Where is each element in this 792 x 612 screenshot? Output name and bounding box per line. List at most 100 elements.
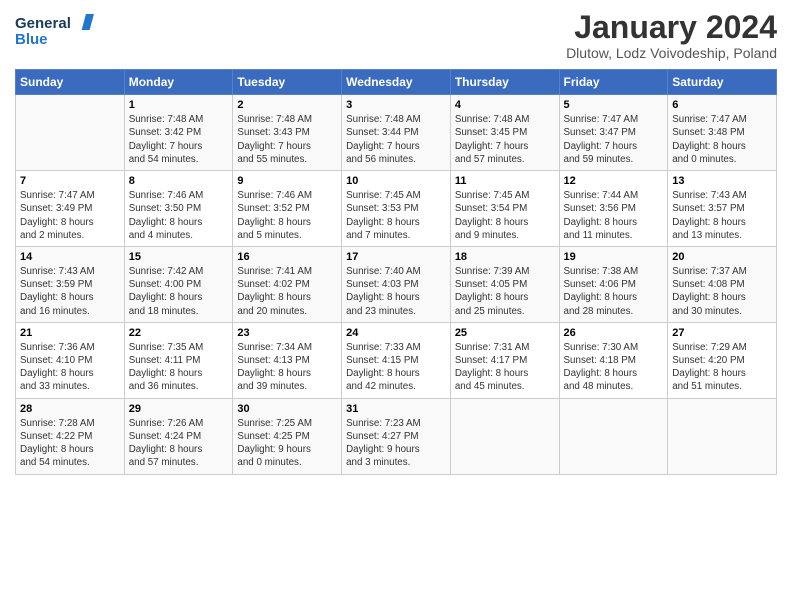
day-info: Sunrise: 7:36 AMSunset: 4:10 PMDaylight:… — [20, 341, 120, 394]
day-number: 1 — [129, 99, 229, 111]
calendar-cell: 13 Sunrise: 7:43 AMSunset: 3:57 PMDayligh… — [668, 171, 777, 247]
day-number: 12 — [564, 175, 664, 187]
calendar-cell: 12Sunrise: 7:44 AMSunset: 3:56 PMDayligh… — [559, 171, 668, 247]
day-number: 10 — [346, 175, 446, 187]
day-number: 14 — [20, 251, 120, 263]
col-header-monday: Monday — [124, 70, 233, 95]
week-row-1: 1Sunrise: 7:48 AMSunset: 3:42 PMDaylight… — [16, 95, 777, 171]
day-info: Sunrise: 7:43 AMSunset: 3:59 PMDaylight:… — [20, 265, 120, 318]
calendar-cell: 9 Sunrise: 7:46 AMSunset: 3:52 PMDaylight… — [233, 171, 342, 247]
calendar-cell: 19 Sunrise: 7:38 AMSunset: 4:06 PMDayligh… — [559, 246, 668, 322]
calendar-cell: 23 Sunrise: 7:34 AMSunset: 4:13 PMDayligh… — [233, 322, 342, 398]
day-info: Sunrise: 7:38 AMSunset: 4:06 PMDaylight:… — [564, 265, 664, 318]
calendar-cell: 4 Sunrise: 7:48 AMSunset: 3:45 PMDaylight… — [450, 95, 559, 171]
day-info: Sunrise: 7:48 AMSunset: 3:45 PMDaylight:… — [455, 113, 555, 166]
calendar-cell: 20 Sunrise: 7:37 AMSunset: 4:08 PMDayligh… — [668, 246, 777, 322]
day-info: Sunrise: 7:47 AMSunset: 3:48 PMDaylight:… — [672, 113, 772, 166]
day-info: Sunrise: 7:47 AMSunset: 3:49 PMDaylight:… — [20, 189, 120, 242]
calendar-cell: 14 Sunrise: 7:43 AMSunset: 3:59 PMDayligh… — [16, 246, 125, 322]
day-number: 26 — [564, 327, 664, 339]
day-info: Sunrise: 7:48 AMSunset: 3:44 PMDaylight:… — [346, 113, 446, 166]
col-header-wednesday: Wednesday — [342, 70, 451, 95]
calendar-cell: 5 Sunrise: 7:47 AMSunset: 3:47 PMDaylight… — [559, 95, 668, 171]
col-header-tuesday: Tuesday — [233, 70, 342, 95]
col-header-thursday: Thursday — [450, 70, 559, 95]
calendar-cell: 8 Sunrise: 7:46 AMSunset: 3:50 PMDaylight… — [124, 171, 233, 247]
calendar-cell: 6Sunrise: 7:47 AMSunset: 3:48 PMDaylight… — [668, 95, 777, 171]
day-number: 9 — [237, 175, 337, 187]
day-info: Sunrise: 7:39 AMSunset: 4:05 PMDaylight:… — [455, 265, 555, 318]
day-info: Sunrise: 7:31 AMSunset: 4:17 PMDaylight:… — [455, 341, 555, 394]
day-info: Sunrise: 7:33 AMSunset: 4:15 PMDaylight:… — [346, 341, 446, 394]
calendar-cell: 28Sunrise: 7:28 AMSunset: 4:22 PMDayligh… — [16, 398, 125, 474]
day-number: 22 — [129, 327, 229, 339]
day-number: 15 — [129, 251, 229, 263]
logo: General Blue — [15, 10, 95, 52]
calendar-cell — [16, 95, 125, 171]
main-title: January 2024 — [566, 10, 777, 45]
day-info: Sunrise: 7:46 AMSunset: 3:52 PMDaylight:… — [237, 189, 337, 242]
day-number: 25 — [455, 327, 555, 339]
day-number: 21 — [20, 327, 120, 339]
day-info: Sunrise: 7:46 AMSunset: 3:50 PMDaylight:… — [129, 189, 229, 242]
calendar-cell: 18 Sunrise: 7:39 AMSunset: 4:05 PMDayligh… — [450, 246, 559, 322]
calendar-cell: 16Sunrise: 7:41 AMSunset: 4:02 PMDayligh… — [233, 246, 342, 322]
calendar-cell — [559, 398, 668, 474]
calendar-cell: 26 Sunrise: 7:30 AMSunset: 4:18 PMDayligh… — [559, 322, 668, 398]
day-number: 5 — [564, 99, 664, 111]
week-row-3: 14 Sunrise: 7:43 AMSunset: 3:59 PMDayligh… — [16, 246, 777, 322]
calendar-cell: 2 Sunrise: 7:48 AMSunset: 3:43 PMDaylight… — [233, 95, 342, 171]
week-row-5: 28Sunrise: 7:28 AMSunset: 4:22 PMDayligh… — [16, 398, 777, 474]
day-number: 8 — [129, 175, 229, 187]
calendar-cell: 31 Sunrise: 7:23 AMSunset: 4:27 PMDayligh… — [342, 398, 451, 474]
calendar-cell: 7 Sunrise: 7:47 AMSunset: 3:49 PMDaylight… — [16, 171, 125, 247]
week-row-2: 7 Sunrise: 7:47 AMSunset: 3:49 PMDaylight… — [16, 171, 777, 247]
day-number: 31 — [346, 403, 446, 415]
calendar-cell: 27Sunrise: 7:29 AMSunset: 4:20 PMDayligh… — [668, 322, 777, 398]
day-number: 19 — [564, 251, 664, 263]
calendar-cell: 11Sunrise: 7:45 AMSunset: 3:54 PMDayligh… — [450, 171, 559, 247]
day-number: 4 — [455, 99, 555, 111]
day-info: Sunrise: 7:48 AMSunset: 3:43 PMDaylight:… — [237, 113, 337, 166]
day-info: Sunrise: 7:37 AMSunset: 4:08 PMDaylight:… — [672, 265, 772, 318]
day-info: Sunrise: 7:45 AMSunset: 3:54 PMDaylight:… — [455, 189, 555, 242]
day-number: 20 — [672, 251, 772, 263]
calendar-cell — [450, 398, 559, 474]
subtitle: Dlutow, Lodz Voivodeship, Poland — [566, 45, 777, 61]
svg-text:Blue: Blue — [15, 31, 48, 48]
day-number: 18 — [455, 251, 555, 263]
day-info: Sunrise: 7:23 AMSunset: 4:27 PMDaylight:… — [346, 417, 446, 470]
day-info: Sunrise: 7:30 AMSunset: 4:18 PMDaylight:… — [564, 341, 664, 394]
day-number: 24 — [346, 327, 446, 339]
day-number: 13 — [672, 175, 772, 187]
day-number: 29 — [129, 403, 229, 415]
col-header-saturday: Saturday — [668, 70, 777, 95]
calendar-cell: 1Sunrise: 7:48 AMSunset: 3:42 PMDaylight… — [124, 95, 233, 171]
calendar-cell: 25 Sunrise: 7:31 AMSunset: 4:17 PMDayligh… — [450, 322, 559, 398]
calendar-cell: 17Sunrise: 7:40 AMSunset: 4:03 PMDayligh… — [342, 246, 451, 322]
day-number: 23 — [237, 327, 337, 339]
calendar-cell: 30 Sunrise: 7:25 AMSunset: 4:25 PMDayligh… — [233, 398, 342, 474]
day-number: 7 — [20, 175, 120, 187]
day-number: 28 — [20, 403, 120, 415]
day-info: Sunrise: 7:29 AMSunset: 4:20 PMDaylight:… — [672, 341, 772, 394]
calendar-cell: 21 Sunrise: 7:36 AMSunset: 4:10 PMDayligh… — [16, 322, 125, 398]
calendar-table: SundayMondayTuesdayWednesdayThursdayFrid… — [15, 69, 777, 474]
calendar-cell: 29 Sunrise: 7:26 AMSunset: 4:24 PMDayligh… — [124, 398, 233, 474]
day-info: Sunrise: 7:40 AMSunset: 4:03 PMDaylight:… — [346, 265, 446, 318]
svg-text:General: General — [15, 15, 71, 32]
day-info: Sunrise: 7:26 AMSunset: 4:24 PMDaylight:… — [129, 417, 229, 470]
day-info: Sunrise: 7:42 AMSunset: 4:00 PMDaylight:… — [129, 265, 229, 318]
day-info: Sunrise: 7:47 AMSunset: 3:47 PMDaylight:… — [564, 113, 664, 166]
calendar-cell: 3Sunrise: 7:48 AMSunset: 3:44 PMDaylight… — [342, 95, 451, 171]
day-info: Sunrise: 7:25 AMSunset: 4:25 PMDaylight:… — [237, 417, 337, 470]
day-number: 2 — [237, 99, 337, 111]
day-info: Sunrise: 7:35 AMSunset: 4:11 PMDaylight:… — [129, 341, 229, 394]
day-info: Sunrise: 7:34 AMSunset: 4:13 PMDaylight:… — [237, 341, 337, 394]
day-number: 30 — [237, 403, 337, 415]
calendar-cell: 10Sunrise: 7:45 AMSunset: 3:53 PMDayligh… — [342, 171, 451, 247]
title-block: January 2024 Dlutow, Lodz Voivodeship, P… — [566, 10, 777, 61]
day-info: Sunrise: 7:43 AMSunset: 3:57 PMDaylight:… — [672, 189, 772, 242]
col-header-sunday: Sunday — [16, 70, 125, 95]
header-row: SundayMondayTuesdayWednesdayThursdayFrid… — [16, 70, 777, 95]
